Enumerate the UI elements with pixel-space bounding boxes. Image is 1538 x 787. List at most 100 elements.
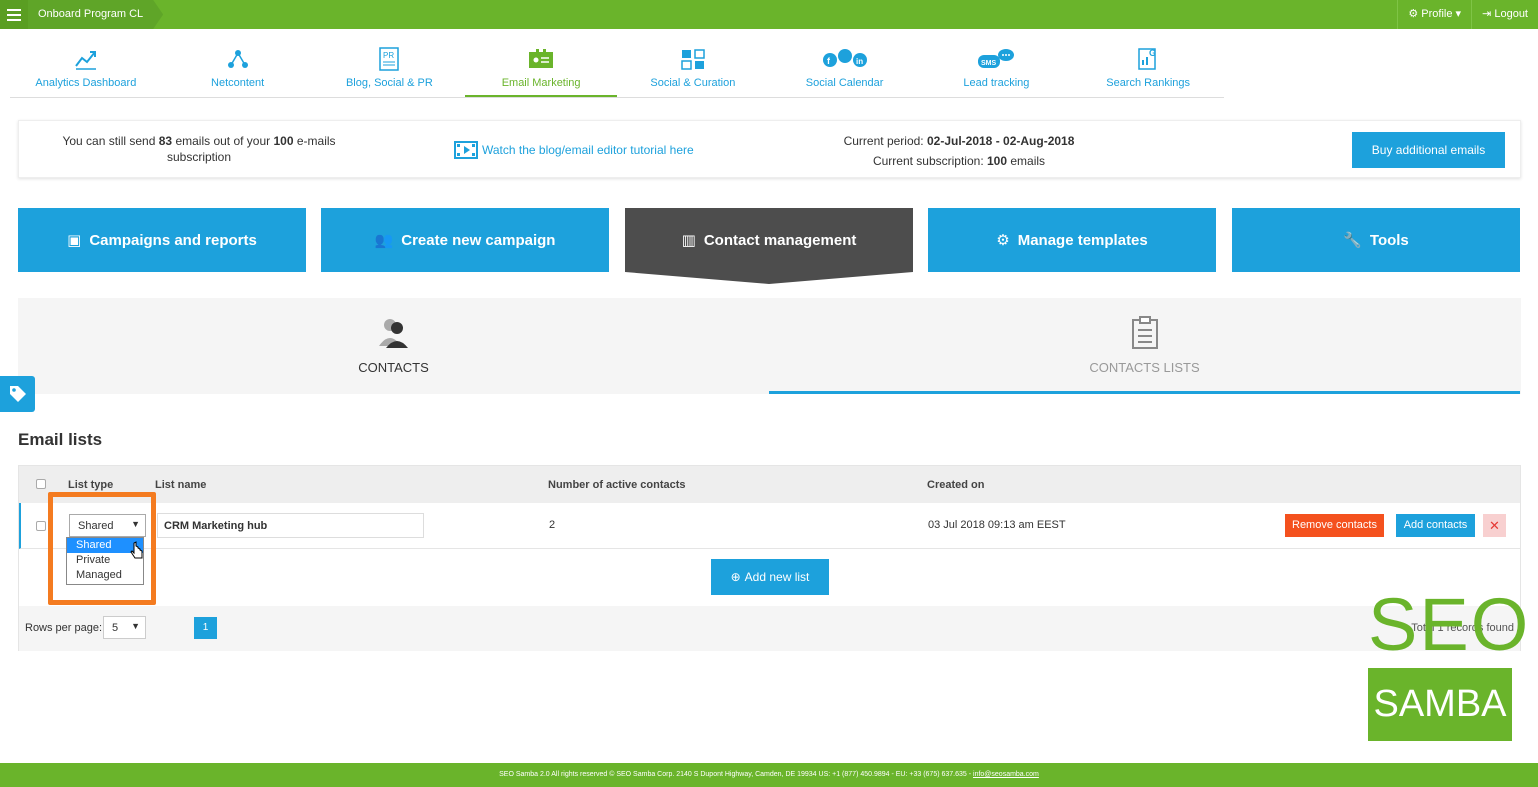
buy-emails-button[interactable]: Buy additional emails (1352, 132, 1505, 168)
nav-netcontent[interactable]: Netcontent (162, 44, 314, 97)
subscription-value: 100 (987, 154, 1008, 168)
svg-text:in: in (856, 57, 863, 66)
tab-contacts-lists[interactable]: CONTACTS LISTS (769, 298, 1520, 394)
section-title: Email lists (18, 430, 103, 449)
nav-label: Netcontent (211, 77, 265, 89)
rows-per-page-select[interactable]: 5 ▼ (103, 616, 146, 639)
quota-mid: emails out of your (175, 134, 271, 148)
caret-down-icon: ▼ (131, 621, 140, 631)
nav-social-calendar[interactable]: f in Social Calendar (769, 44, 921, 97)
tutorial-link[interactable]: Watch the blog/email editor tutorial her… (454, 141, 694, 159)
nav-label: Email Marketing (501, 77, 581, 89)
tab-label: CONTACTS (358, 360, 429, 375)
svg-text:PR: PR (383, 51, 394, 60)
social-calendar-icon: f in (822, 49, 867, 67)
table-header: List type List name Number of active con… (19, 466, 1520, 503)
period-value: 02-Jul-2018 - 02-Aug-2018 (926, 134, 1075, 148)
briefcase-icon: ▣ (67, 232, 82, 249)
subscription-unit: emails (1010, 154, 1046, 168)
menu-icon[interactable] (0, 0, 28, 29)
quota-text: You can still send 83 emails out of your… (49, 133, 349, 165)
tile-label: Create new campaign (401, 231, 556, 249)
seo-samba-logo: SEO SAMBA (1368, 583, 1531, 743)
nav-email-marketing[interactable]: Email Marketing (465, 44, 617, 97)
profile-label: Profile (1421, 8, 1453, 20)
network-icon (227, 50, 248, 68)
program-title[interactable]: Onboard Program CL (28, 0, 163, 29)
row-checkbox[interactable] (36, 521, 46, 531)
col-list-name[interactable]: List name (155, 479, 206, 491)
option-managed[interactable]: Managed (67, 568, 143, 583)
subscription-label: Current subscription: (872, 154, 984, 168)
tile-contact-management[interactable]: ▥ Contact management (625, 208, 913, 284)
created-on-value: 03 Jul 2018 09:13 am EEST (928, 519, 1066, 531)
sms-icon: SMS (978, 49, 1015, 68)
col-created-on[interactable]: Created on (927, 479, 984, 491)
wrench-icon: 🔧 (1343, 232, 1362, 249)
tutorial-label: Watch the blog/email editor tutorial her… (482, 143, 694, 157)
footer: SEO Samba 2.0 All rights reserved © SEO … (0, 763, 1538, 787)
delete-list-button[interactable]: ✕ (1483, 514, 1506, 537)
top-bar: Onboard Program CL ⚙ Profile ▾ ⇥ Logout (0, 0, 1538, 29)
nav-lead-tracking[interactable]: SMS Lead tracking (921, 44, 1073, 97)
nav-blog-social-pr[interactable]: PR Blog, Social & PR (314, 44, 466, 97)
film-icon (454, 141, 478, 159)
email-marketing-icon (529, 49, 554, 68)
contact-subtabs: CONTACTS CONTACTS LISTS (18, 298, 1521, 394)
add-new-list-button[interactable]: ⊕ Add new list (711, 559, 829, 595)
nav-social-curation[interactable]: Social & Curation (617, 44, 769, 97)
email-lists-table: List type List name Number of active con… (18, 465, 1521, 651)
social-curation-icon (681, 49, 705, 70)
active-contacts-count: 2 (549, 519, 556, 531)
tile-label: Campaigns and reports (89, 231, 257, 249)
tile-create-campaign[interactable]: 👥 Create new campaign (321, 208, 609, 272)
rows-per-page-label: Rows per page: (25, 622, 103, 634)
period-label: Current period: (843, 134, 924, 148)
gear-icon: ⚙ (996, 232, 1010, 249)
tab-label: CONTACTS LISTS (1089, 360, 1200, 375)
tile-manage-templates[interactable]: ⚙ Manage templates (928, 208, 1216, 272)
quota-remaining: 83 (158, 134, 173, 148)
col-active-contacts[interactable]: Number of active contacts (548, 479, 686, 491)
footer-text: SEO Samba 2.0 All rights reserved © SEO … (499, 771, 974, 778)
table-row: Shared ▼ CRM Marketing hub 2 03 Jul 2018 … (19, 503, 1520, 549)
tile-label: Manage templates (1017, 231, 1148, 249)
tab-contacts[interactable]: CONTACTS (18, 298, 769, 394)
remove-contacts-button[interactable]: Remove contacts (1285, 514, 1384, 537)
nav-label: Social Calendar (805, 77, 884, 89)
tile-label: Tools (1369, 231, 1409, 249)
tile-tools[interactable]: 🔧 Tools (1232, 208, 1520, 272)
nav-label: Social & Curation (650, 77, 736, 89)
footer-email-link[interactable]: info@seosamba.com (973, 771, 1039, 778)
logo-line1: SEO (1368, 583, 1531, 666)
logout-icon: ⇥ (1482, 8, 1492, 20)
logout-button[interactable]: ⇥ Logout (1471, 0, 1538, 29)
tile-campaigns-reports[interactable]: ▣ Campaigns and reports (18, 208, 306, 272)
rows-per-page-value: 5 (112, 622, 119, 634)
col-list-type[interactable]: List type (68, 479, 113, 491)
period-info: Current period: 02-Jul-2018 - 02-Aug-201… (809, 131, 1109, 171)
add-list-label: Add new list (744, 570, 810, 584)
list-name-input[interactable]: CRM Marketing hub (157, 513, 424, 538)
svg-text:SMS: SMS (981, 60, 997, 67)
nav-label: Analytics Dashboard (35, 77, 137, 89)
contacts-icon (378, 319, 408, 348)
nav-label: Lead tracking (963, 77, 1030, 89)
nav-analytics-dashboard[interactable]: Analytics Dashboard (10, 44, 162, 97)
nav-search-rankings[interactable]: G Search Rankings (1072, 44, 1224, 97)
tag-icon[interactable] (0, 376, 35, 412)
svg-text:G: G (1149, 48, 1156, 58)
add-contacts-button[interactable]: Add contacts (1396, 514, 1475, 537)
pr-document-icon: PR (379, 47, 400, 71)
tile-label: Contact management (703, 231, 857, 249)
nav-label: Blog, Social & PR (345, 77, 433, 89)
quota-prefix: You can still send (62, 134, 156, 148)
main-nav: Analytics Dashboard Netcontent PR Blog, … (10, 44, 1224, 98)
address-book-icon: ▥ (681, 232, 696, 249)
page-button[interactable]: 1 (194, 617, 217, 639)
clipboard-icon (1131, 316, 1158, 349)
quota-total: 100 (273, 134, 294, 148)
profile-menu[interactable]: ⚙ Profile ▾ (1397, 0, 1471, 29)
select-all-checkbox[interactable] (36, 479, 46, 489)
table-footer: Rows per page: 5 ▼ 1 Total 1 records foun… (19, 606, 1520, 651)
